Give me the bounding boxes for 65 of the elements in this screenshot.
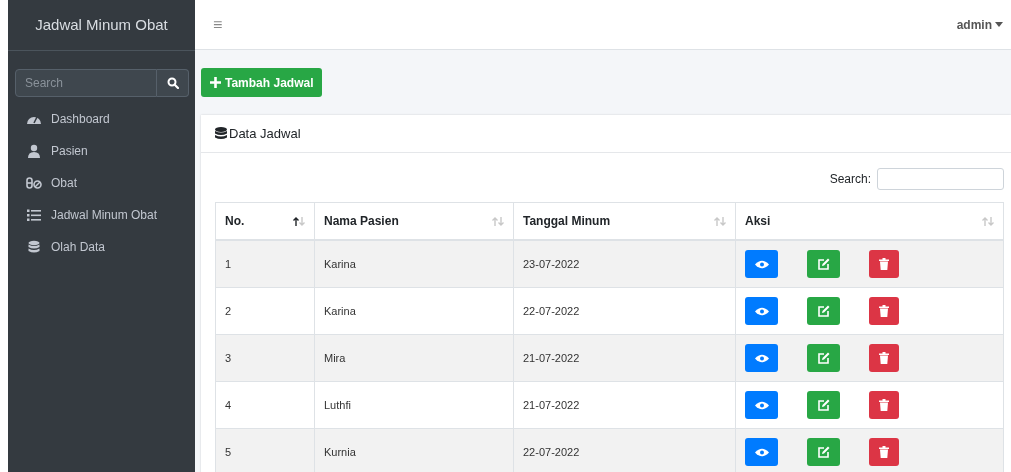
sidebar-item[interactable]: Jadwal Minum Obat [8, 199, 195, 231]
database-icon [26, 240, 42, 254]
list-icon [26, 208, 42, 222]
edit-icon [817, 305, 830, 317]
eye-icon [754, 400, 769, 410]
delete-button[interactable] [869, 391, 899, 419]
table-cell: 21-07-2022 [513, 334, 736, 382]
trash-icon [879, 446, 889, 458]
table-cell: 4 [215, 381, 315, 429]
search-button[interactable] [157, 69, 189, 97]
table-search-field[interactable] [877, 168, 1004, 190]
sidebar-item[interactable]: Obat [8, 167, 195, 199]
table-cell: Mira [314, 334, 514, 382]
table-cell: Kurnia [314, 428, 514, 472]
edit-icon [817, 352, 830, 364]
edit-button[interactable] [807, 391, 840, 419]
table-cell: Luthfi [314, 381, 514, 429]
edit-button[interactable] [807, 297, 840, 325]
view-button[interactable] [745, 250, 778, 278]
table-cell: 3 [215, 334, 315, 382]
trash-icon [879, 258, 889, 270]
table-cell: 21-07-2022 [513, 381, 736, 429]
edit-button[interactable] [807, 438, 840, 466]
menu-icon[interactable]: ≡ [213, 15, 223, 34]
edit-button[interactable] [807, 344, 840, 372]
search-icon [166, 77, 179, 89]
caret-icon [995, 22, 1003, 27]
table-cell: 22-07-2022 [513, 287, 736, 335]
card-title: Data Jadwal [229, 126, 301, 141]
view-button[interactable] [745, 297, 778, 325]
view-button[interactable] [745, 438, 778, 466]
eye-icon [754, 353, 769, 363]
trash-icon [879, 352, 889, 364]
table-cell: 23-07-2022 [513, 240, 736, 288]
sidebar-item[interactable]: Pasien [8, 135, 195, 167]
delete-button[interactable] [869, 344, 899, 372]
table-cell: 1 [215, 240, 315, 288]
table-cell: 5 [215, 428, 315, 472]
database-icon [215, 127, 227, 140]
table-cell: 22-07-2022 [513, 428, 736, 472]
view-button[interactable] [745, 391, 778, 419]
edit-icon [817, 446, 830, 458]
table-cell: 2 [215, 287, 315, 335]
view-button[interactable] [745, 344, 778, 372]
user-menu[interactable]: admin [956, 17, 1003, 32]
search-label: Search: [829, 172, 871, 186]
edit-icon [817, 399, 830, 411]
trash-icon [879, 305, 889, 317]
trash-icon [879, 399, 889, 411]
sidebar-item[interactable]: Olah Data [8, 231, 195, 263]
sidebar-item[interactable]: Dashboard [8, 103, 195, 135]
plus-icon [210, 77, 221, 88]
edit-icon [817, 258, 830, 270]
table-cell: Karina [314, 240, 514, 288]
edit-button[interactable] [807, 250, 840, 278]
delete-button[interactable] [869, 438, 899, 466]
user-icon [26, 144, 42, 158]
delete-button[interactable] [869, 250, 899, 278]
table-cell: Karina [314, 287, 514, 335]
eye-icon [754, 447, 769, 457]
eye-icon [754, 306, 769, 316]
pills-icon [26, 176, 42, 190]
delete-button[interactable] [869, 297, 899, 325]
sidebar-search-field[interactable]: Search [15, 69, 157, 97]
eye-icon [754, 259, 769, 269]
